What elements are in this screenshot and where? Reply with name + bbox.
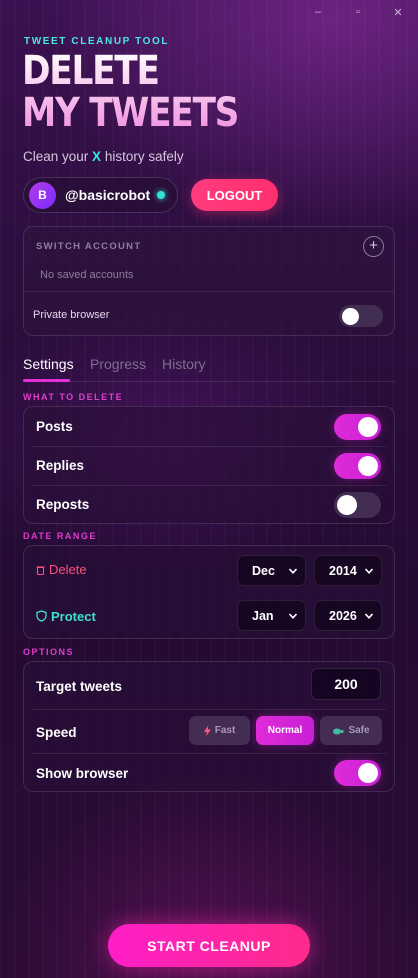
app-window: – ▫ ✕ TWEET CLEANUP TOOL DELETE MY TWEET… — [0, 0, 418, 978]
what-to-delete-card: Posts Replies Reposts — [23, 406, 395, 524]
protect-month-select[interactable]: Jan — [237, 600, 306, 631]
app-kicker: TWEET CLEANUP TOOL — [24, 36, 170, 47]
minimize-button[interactable]: – — [312, 6, 324, 19]
toggle-knob — [358, 763, 378, 783]
title-line-1: DELETE — [22, 48, 159, 94]
replies-row: Replies — [24, 446, 394, 485]
speed-fast-button[interactable]: Fast — [189, 716, 250, 745]
date-range-card: Delete Dec 2014 Protect Jan 2026 — [23, 545, 395, 639]
protect-year-select[interactable]: 2026 — [314, 600, 382, 631]
posts-row: Posts — [24, 407, 394, 446]
avatar: B — [29, 181, 56, 209]
username: @basicrobot — [65, 187, 151, 203]
delete-month-value: Dec — [252, 564, 275, 578]
tab-settings[interactable]: Settings — [23, 356, 74, 372]
toggle-knob — [358, 417, 378, 437]
private-browser-label: Private browser — [33, 309, 110, 321]
speed-normal-label: Normal — [267, 725, 303, 736]
protect-year-value: 2026 — [329, 609, 357, 623]
reposts-row: Reposts — [24, 485, 394, 524]
toggle-knob — [342, 307, 359, 325]
window-controls: – ▫ ✕ — [312, 6, 404, 19]
delete-year-value: 2014 — [329, 564, 357, 578]
posts-toggle[interactable] — [334, 414, 381, 440]
shield-icon — [36, 610, 47, 622]
maximize-button[interactable]: ▫ — [352, 6, 364, 19]
page-title: DELETE MY TWEETS — [22, 50, 238, 134]
title-line-2: MY TWEETS — [22, 90, 239, 136]
options-card: Target tweets 200 Speed Fast Normal Safe… — [23, 661, 395, 792]
logout-button[interactable]: LOGOUT — [191, 179, 278, 211]
chevron-down-icon — [364, 568, 374, 574]
chevron-down-icon — [288, 613, 298, 619]
show-browser-toggle[interactable] — [334, 760, 381, 786]
replies-toggle[interactable] — [334, 453, 381, 479]
protect-month-value: Jan — [252, 609, 274, 623]
no-saved-accounts-text: No saved accounts — [40, 269, 134, 281]
reposts-toggle[interactable] — [334, 492, 381, 518]
x-brand-text: X — [92, 149, 102, 164]
tab-progress[interactable]: Progress — [90, 356, 146, 372]
chevron-down-icon — [288, 568, 298, 574]
protect-text: Protect — [51, 609, 96, 624]
target-tweets-input[interactable]: 200 — [311, 668, 381, 700]
bolt-icon — [203, 725, 211, 736]
speed-safe-button[interactable]: Safe — [320, 716, 382, 745]
active-tab-indicator — [23, 379, 70, 382]
divider — [24, 291, 394, 292]
show-browser-row: Show browser — [24, 753, 394, 793]
speed-safe-label: Safe — [348, 725, 370, 736]
trash-icon — [36, 566, 45, 576]
chevron-down-icon — [364, 613, 374, 619]
show-browser-label: Show browser — [36, 766, 129, 781]
add-account-icon[interactable]: + — [363, 236, 384, 257]
start-cleanup-button[interactable]: START CLEANUP — [108, 924, 310, 967]
delete-range-label: Delete — [36, 562, 87, 577]
posts-label: Posts — [36, 419, 73, 434]
date-range-label: DATE RANGE — [23, 531, 97, 541]
protect-range-label: Protect — [36, 609, 96, 624]
delete-text: Delete — [49, 562, 87, 577]
online-status-dot — [157, 191, 166, 199]
speed-normal-button[interactable]: Normal — [256, 716, 314, 745]
what-to-delete-label: WHAT TO DELETE — [23, 392, 124, 402]
toggle-knob — [337, 495, 357, 515]
account-pill[interactable]: B @basicrobot — [23, 177, 178, 213]
delete-year-select[interactable]: 2014 — [314, 555, 382, 586]
options-label: OPTIONS — [23, 647, 75, 657]
tab-bar: Settings Progress History — [23, 356, 395, 382]
close-button[interactable]: ✕ — [392, 6, 404, 19]
switch-account-card: SWITCH ACCOUNT + No saved accounts Priva… — [23, 226, 395, 336]
replies-label: Replies — [36, 458, 85, 473]
switch-account-label: SWITCH ACCOUNT — [36, 241, 142, 252]
subtitle-text-end: history safely — [101, 149, 184, 164]
turtle-icon — [333, 728, 345, 734]
speed-fast-label: Fast — [214, 725, 236, 736]
target-tweets-row: Target tweets 200 — [24, 662, 394, 708]
speed-label: Speed — [36, 725, 77, 740]
target-tweets-label: Target tweets — [36, 679, 123, 694]
toggle-knob — [358, 456, 378, 476]
private-browser-toggle[interactable] — [339, 305, 383, 327]
delete-month-select[interactable]: Dec — [237, 555, 306, 586]
reposts-label: Reposts — [36, 497, 90, 512]
speed-row: Speed Fast Normal Safe — [24, 709, 394, 753]
subtitle: Clean your X history safely — [23, 149, 184, 164]
tab-history[interactable]: History — [162, 356, 206, 372]
subtitle-text-start: Clean your — [23, 149, 93, 164]
